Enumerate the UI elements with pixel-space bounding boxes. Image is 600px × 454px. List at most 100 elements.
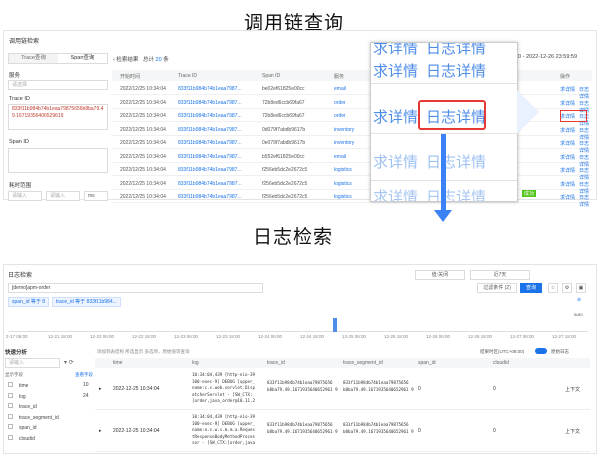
row-traceid-link[interactable]: 833f11b984b74b1eaa7987... [178, 86, 242, 92]
query-mode-select[interactable]: 值:关闭 [415, 270, 465, 280]
log-col-segment: trace_segment_id [343, 360, 383, 366]
col-action: 操作 [560, 74, 571, 80]
request-detail-link[interactable]: 求详情 [560, 194, 575, 201]
duration-max-input[interactable]: 请输入 [46, 191, 80, 201]
row-traceid-link[interactable]: 833f11b984b74b1eaa7987... [178, 194, 242, 200]
results-count-prefix: 总计 [142, 57, 154, 63]
down-arrow-icon [441, 134, 446, 214]
row-traceid-link[interactable]: 833f11b984b74b1eaa7987... [178, 100, 242, 106]
search-button[interactable]: 查询 [520, 283, 542, 293]
log-detail-link[interactable]: 日志详情 [579, 194, 592, 208]
results-tab: 检索结果 [116, 57, 139, 63]
checkbox-icon[interactable] [8, 413, 13, 419]
spanid-label: Span ID [9, 139, 29, 145]
request-detail-link[interactable]: 求详情 [560, 100, 575, 107]
duration-min-input[interactable]: 请输入 [8, 191, 42, 201]
row-traceid-link[interactable]: 833f11b984b74b1eaa7987... [178, 154, 242, 160]
request-detail-link[interactable]: 求详情 [560, 140, 575, 147]
filter-chip-trace[interactable]: trace_id 等于 833f11b984... [52, 297, 121, 307]
gear-icon[interactable]: ⚙ [562, 283, 572, 293]
clear-icon[interactable]: ⊘ [577, 297, 581, 303]
duration-unit-select[interactable]: ms [84, 191, 108, 201]
checkbox-icon[interactable] [8, 424, 13, 429]
request-detail-link[interactable]: 求详情 [560, 167, 575, 174]
axis-tick-label: 12-22 06:00 [90, 334, 115, 339]
row-service: order [334, 99, 346, 106]
row-traceid-link[interactable]: 833f11b984b74b1eaa7987... [178, 181, 242, 187]
log-row: ▸ 2022-12-25 10:34:04 10:34:04,439 [http-n… [95, 370, 590, 410]
log-col-cloud: cloudid [493, 360, 509, 366]
zoom-text: 日志详情 [426, 42, 487, 57]
arrow-icon [517, 90, 539, 134]
field-search-input[interactable]: 请输入 [5, 358, 60, 368]
axis-tick-label: 12-26 06:00 [426, 334, 451, 339]
histogram[interactable] [8, 318, 588, 332]
expand-icon[interactable]: ▸ [99, 428, 102, 434]
axis-tick-label: 12-23 06:00 [174, 334, 199, 339]
axis-tick-label: 12-21 18:00 [48, 334, 73, 339]
service-select[interactable]: 请选择 [8, 80, 108, 90]
log-segment: 833f11b984b74b1eaa79875656 b8ba79.49.167… [343, 380, 414, 392]
row-traceid-link[interactable]: 833f11b984b74b1eaa7987... [178, 127, 242, 133]
field-name: time [19, 383, 29, 389]
field-item[interactable]: cloudid [8, 434, 35, 442]
request-detail-link[interactable]: 求详情 [560, 86, 575, 93]
row-spanid: be02ef61825e00cc [262, 86, 305, 92]
interval-select[interactable]: auto [574, 312, 583, 317]
field-item[interactable]: trace_id [8, 403, 37, 410]
filter-button[interactable]: 过滤条件 (2) [477, 283, 517, 293]
row-service: email [334, 153, 346, 160]
duration-label: 耗时范围 [9, 183, 32, 189]
filter-icon[interactable]: ▾ ⟳ [64, 359, 74, 366]
request-detail-link[interactable]: 求详情 [560, 127, 575, 134]
row-traceid-link[interactable]: 833f11b984b74b1eaa7987... [178, 113, 242, 119]
context-link[interactable]: 上下文 [565, 428, 580, 435]
view-fields-link[interactable]: 查看字段 [75, 372, 93, 378]
field-item[interactable]: log 24 [8, 392, 89, 400]
row-time: 2022/12/25 10:34:04 [120, 113, 166, 119]
row-time: 2022/12/25 10:34:04 [120, 180, 166, 187]
checkbox-icon[interactable] [8, 403, 13, 408]
field-item[interactable]: trace_segment_id [8, 413, 59, 421]
context-link[interactable]: 上下文 [565, 386, 580, 393]
zoom-text: 日志详情 [426, 189, 487, 202]
save-icon[interactable]: ▣ [576, 283, 586, 293]
request-detail-link[interactable]: 求详情 [560, 154, 575, 161]
filter-chip-span[interactable]: span_id 等于 8 [8, 297, 50, 307]
checkbox-icon[interactable] [8, 392, 13, 398]
mode-span[interactable]: Span查询 [58, 54, 107, 63]
table-row: 2022/12/25 10:34:04 833f11b984b74b1eaa798… [112, 177, 592, 195]
raw-toggle[interactable] [535, 348, 547, 354]
time-picker[interactable]: 近7天 [470, 270, 530, 280]
log-time: 2022-12-25 10:34:04 [113, 428, 160, 434]
field-item[interactable]: span_id [8, 424, 37, 431]
log-span: 0 [418, 428, 421, 434]
row-traceid-link[interactable]: 833f11b984b74b1eaa7987... [178, 167, 242, 173]
field-item[interactable]: time 10 [8, 382, 89, 389]
request-detail-link[interactable]: 求详情 [560, 181, 575, 188]
project-select[interactable]: [demo]apm-order [8, 283, 263, 293]
log-span: 0 [418, 386, 421, 392]
highlight-box [560, 110, 587, 122]
timezone-label: 结果时区(UTC+08:00) [480, 349, 525, 354]
row-traceid-link[interactable]: 833f11b984b74b1eaa7987... [178, 140, 242, 146]
highlight-box [418, 100, 486, 130]
traceid-input[interactable]: 833f11b984b74b1eaa79875656b8ba79.49.1671… [8, 104, 108, 130]
quick-analysis-title: 快速分析 [5, 350, 28, 356]
fields-label: 显示字段 [5, 372, 23, 377]
expand-icon[interactable]: ▸ [99, 386, 102, 392]
axis-tick-label: 12-24 06:00 [258, 334, 283, 339]
histogram-bar[interactable] [333, 318, 337, 332]
mode-trace[interactable]: Trace查询 [9, 54, 58, 63]
axis-tick-label: 12-26 18:00 [468, 334, 493, 339]
spanid-input[interactable] [8, 148, 108, 173]
checkbox-icon[interactable] [8, 382, 13, 387]
checkbox-icon[interactable] [8, 434, 13, 440]
zoom-text: 求详情 [373, 189, 419, 202]
log-content: 10:34:04,439 [http-nio-39 100-exec-9] DE… [192, 414, 256, 445]
hint-text: 添加到表结构 所选显示 多选项，原始值等查询 [97, 349, 190, 354]
row-service: order [334, 113, 346, 119]
time-range[interactable]: 0 - 2022-12-26 23:59:59 [518, 54, 577, 60]
axis-tick-label: 12-25 06:00 [342, 334, 367, 339]
star-icon[interactable]: ☆ [548, 283, 558, 293]
